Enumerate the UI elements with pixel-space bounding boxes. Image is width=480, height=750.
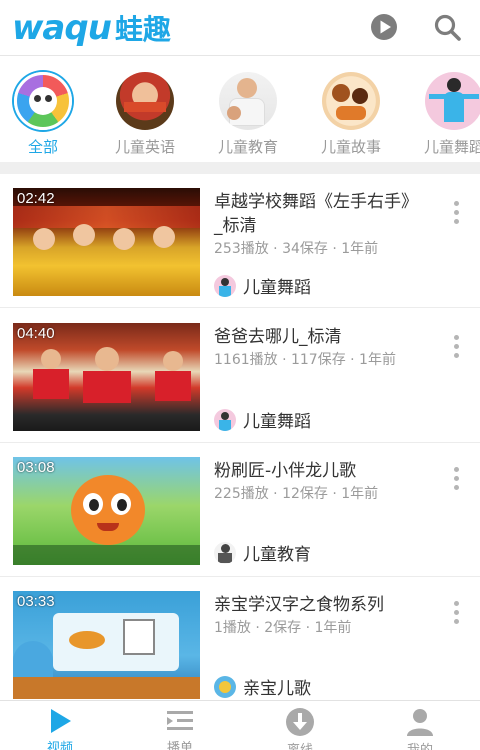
video-item[interactable]: 04:40 爸爸去哪儿_标清 1161播放 · 117保存 · 1年前 儿童舞蹈 bbox=[0, 309, 480, 443]
category-english-thumb bbox=[116, 72, 174, 130]
channel-avatar bbox=[214, 408, 236, 431]
logo-text-en: waqu bbox=[12, 8, 112, 48]
channel-name: 儿童教育 bbox=[243, 545, 311, 565]
nav-playlist[interactable]: 播单 bbox=[120, 707, 240, 750]
category-label: 儿童故事 bbox=[320, 138, 381, 156]
channel-avatar bbox=[214, 541, 236, 564]
section-divider bbox=[0, 162, 480, 174]
channel-name: 亲宝儿歌 bbox=[243, 679, 311, 699]
video-title[interactable]: 亲宝学汉字之食物系列 bbox=[214, 593, 424, 617]
logo-text-cn: 蛙趣 bbox=[114, 13, 171, 46]
video-title[interactable]: 卓越学校舞蹈《左手右手》_标清 bbox=[214, 190, 424, 238]
more-options-icon[interactable] bbox=[450, 335, 462, 363]
download-icon bbox=[286, 708, 314, 736]
video-thumbnail[interactable]: 02:42 bbox=[13, 188, 200, 296]
user-icon bbox=[407, 709, 433, 736]
video-thumbnail[interactable]: 04:40 bbox=[13, 323, 200, 431]
video-meta: 225播放 · 12保存 · 1年前 bbox=[214, 486, 379, 502]
nav-label: 我的 bbox=[360, 739, 480, 750]
video-duration: 03:08 bbox=[17, 459, 55, 476]
play-icon bbox=[51, 709, 71, 733]
app-header: waqu 蛙趣 bbox=[0, 0, 480, 56]
more-options-icon[interactable] bbox=[450, 467, 462, 495]
video-meta: 1161播放 · 117保存 · 1年前 bbox=[214, 352, 396, 368]
video-item[interactable]: 03:33 亲宝学汉字之食物系列 1播放 · 2保存 · 1年前 亲宝儿歌 bbox=[0, 577, 480, 711]
category-story[interactable]: 儿童故事 bbox=[301, 72, 401, 157]
category-strip: 全部 儿童英语 儿童教育 儿童故事 儿童舞蹈 bbox=[0, 58, 480, 162]
category-label: 儿童英语 bbox=[114, 138, 175, 156]
category-education[interactable]: 儿童教育 bbox=[198, 72, 298, 157]
video-duration: 02:42 bbox=[17, 190, 55, 207]
video-thumbnail[interactable]: 03:08 bbox=[13, 457, 200, 565]
channel-name: 儿童舞蹈 bbox=[243, 412, 311, 432]
nav-me[interactable]: 我的 bbox=[360, 707, 480, 750]
video-item[interactable]: 02:42 卓越学校舞蹈《左手右手》_标清 253播放 · 34保存 · 1年前… bbox=[0, 174, 480, 308]
video-thumbnail[interactable]: 03:33 bbox=[13, 591, 200, 699]
video-title[interactable]: 粉刷匠-小伴龙儿歌 bbox=[214, 459, 424, 483]
video-channel[interactable]: 儿童教育 bbox=[214, 540, 311, 565]
nav-label: 播单 bbox=[166, 741, 193, 750]
more-options-icon[interactable] bbox=[450, 201, 462, 229]
channel-name: 儿童舞蹈 bbox=[243, 278, 311, 298]
video-duration: 04:40 bbox=[17, 325, 55, 342]
video-title[interactable]: 爸爸去哪儿_标清 bbox=[214, 325, 424, 349]
search-icon[interactable] bbox=[432, 12, 462, 42]
waqu-logo[interactable]: waqu 蛙趣 bbox=[12, 8, 171, 48]
video-channel[interactable]: 儿童舞蹈 bbox=[214, 273, 311, 298]
video-item[interactable]: 03:08 粉刷匠-小伴龙儿歌 225播放 · 12保存 · 1年前 儿童教育 bbox=[0, 443, 480, 577]
playlist-icon bbox=[167, 711, 193, 730]
video-meta: 253播放 · 34保存 · 1年前 bbox=[214, 241, 379, 257]
category-education-thumb bbox=[219, 72, 277, 130]
nav-offline[interactable]: 离线 bbox=[240, 707, 360, 750]
category-label: 全部 bbox=[27, 138, 58, 156]
video-channel[interactable]: 亲宝儿歌 bbox=[214, 674, 311, 699]
nav-label: 离线 bbox=[240, 739, 360, 750]
more-options-icon[interactable] bbox=[450, 601, 462, 629]
category-all-icon bbox=[14, 72, 72, 130]
play-circle-icon[interactable] bbox=[369, 12, 399, 42]
category-label: 儿童舞蹈 bbox=[423, 138, 480, 156]
video-channel[interactable]: 儿童舞蹈 bbox=[214, 407, 311, 432]
category-english[interactable]: 儿童英语 bbox=[95, 72, 195, 157]
video-duration: 03:33 bbox=[17, 593, 55, 610]
video-meta: 1播放 · 2保存 · 1年前 bbox=[214, 620, 352, 636]
category-dance-thumb bbox=[425, 72, 480, 130]
category-label: 儿童教育 bbox=[217, 138, 278, 156]
nav-video[interactable]: 视频 bbox=[0, 707, 120, 750]
nav-label: 视频 bbox=[46, 741, 73, 750]
category-dance[interactable]: 儿童舞蹈 bbox=[404, 72, 480, 157]
channel-avatar bbox=[214, 274, 236, 297]
bottom-nav: 视频 播单 离线 我的 bbox=[0, 700, 480, 750]
channel-avatar bbox=[214, 675, 236, 698]
category-story-thumb bbox=[322, 72, 380, 130]
category-all[interactable]: 全部 bbox=[0, 72, 93, 157]
